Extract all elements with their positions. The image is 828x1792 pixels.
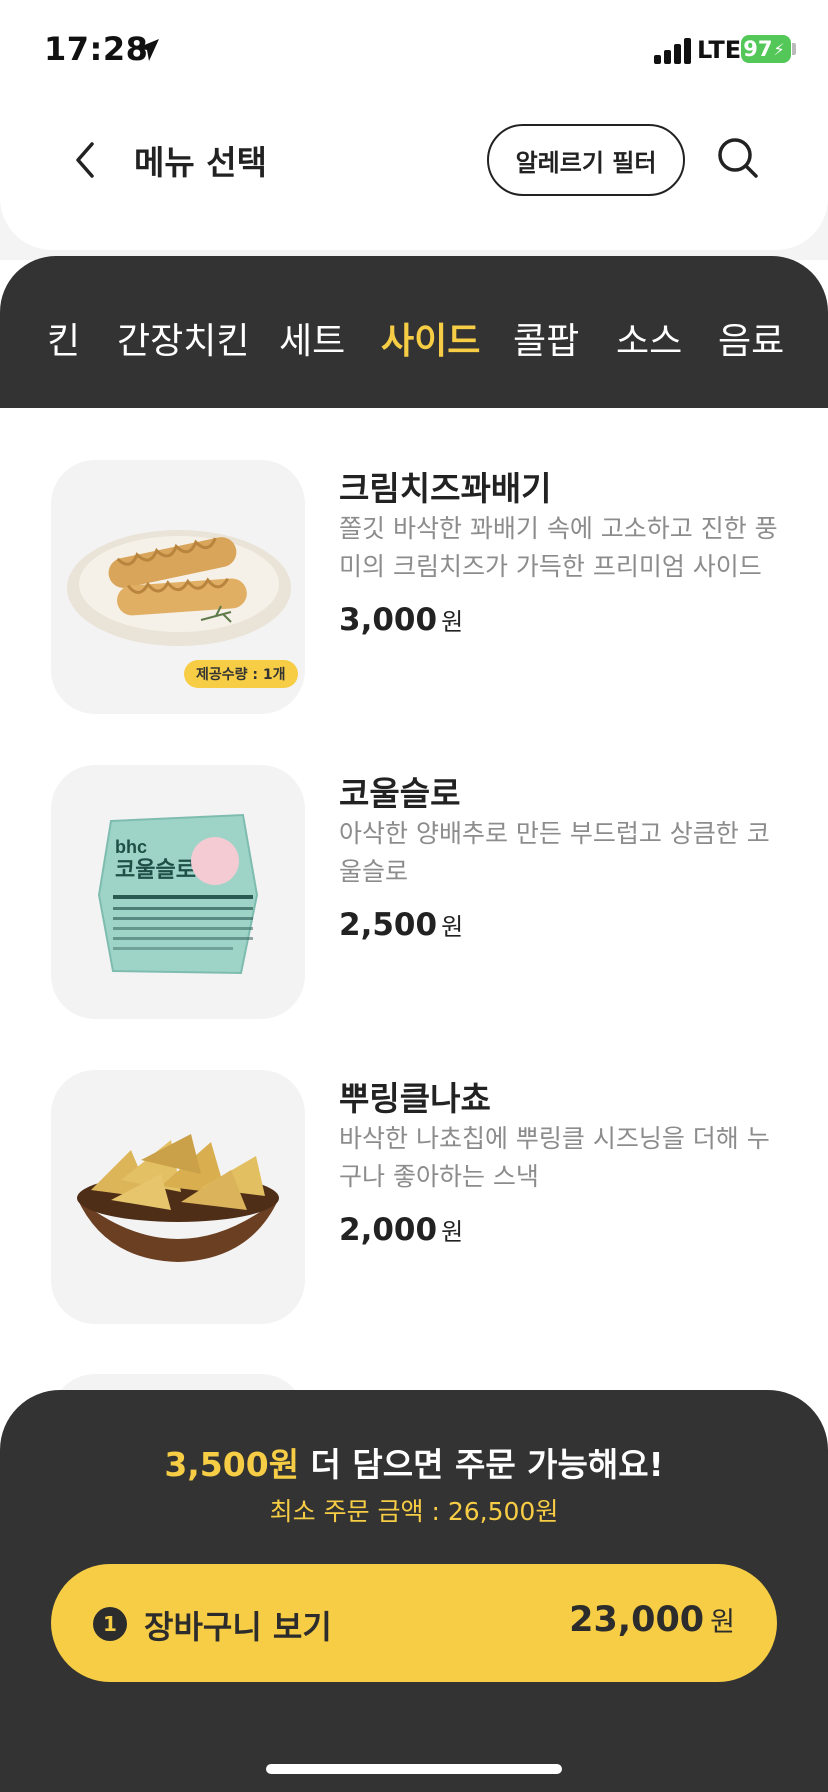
currency-label: 원 — [441, 608, 464, 636]
menu-list: 제공수량 : 1개 크림치즈꽈배기 쫄깃 바삭한 꽈배기 속에 고소하고 진한 … — [0, 408, 828, 1628]
tab-side[interactable]: 사이드 — [381, 312, 480, 364]
menu-item-description: 쫄깃 바삭한 꽈배기 속에 고소하고 진한 풍미의 크림치즈가 가득한 프리미엄… — [339, 514, 778, 581]
search-icon[interactable] — [716, 136, 760, 180]
menu-item-price: 2,000 원 — [339, 1212, 463, 1248]
status-bar: 17:28 LTE 97 ⚡ — [0, 0, 828, 100]
view-cart-button[interactable]: 1 장바구니 보기 23,000 원 — [51, 1564, 777, 1682]
price-value: 2,000 — [339, 1212, 438, 1248]
battery-icon: 97 ⚡ — [741, 35, 791, 63]
header: 17:28 LTE 97 ⚡ 메뉴 선택 알레르기 필터 — [0, 0, 828, 250]
menu-item-description: 아삭한 양배추로 만든 부드럽고 상큼한 코울슬로 — [339, 819, 770, 886]
package-title: 코울슬로 — [115, 857, 196, 882]
cart-count-badge: 1 — [93, 1607, 127, 1641]
cellular-signal-icon — [654, 38, 691, 64]
category-tabs: 킨 간장치킨 세트 사이드 콜팝 소스 음료 — [0, 256, 828, 408]
status-time: 17:28 — [44, 30, 149, 68]
min-order-notice: 3,500원 더 담으면 주문 가능해요! — [0, 1438, 828, 1486]
page-title: 메뉴 선택 — [134, 143, 267, 182]
currency-label: 원 — [441, 913, 464, 941]
tab-drink[interactable]: 음료 — [718, 312, 784, 364]
menu-item-name: 크림치즈꽈배기 — [339, 469, 552, 508]
menu-item-image: 제공수량 : 1개 — [51, 460, 305, 714]
currency-label: 원 — [441, 1218, 464, 1246]
network-type: LTE — [697, 36, 742, 64]
menu-item-price: 2,500 원 — [339, 907, 463, 943]
menu-item[interactable]: 뿌링클나쵸 바삭한 나쵸칩에 뿌링클 시즈닝을 더해 누구나 좋아하는 스낵 2… — [0, 1018, 828, 1324]
cart-total: 23,000 원 — [569, 1600, 735, 1640]
menu-item-image — [51, 1070, 305, 1324]
allergy-filter-button[interactable]: 알레르기 필터 — [487, 124, 685, 196]
cart-total-value: 23,000 — [569, 1600, 705, 1640]
back-arrow-icon[interactable] — [70, 138, 100, 182]
charging-bolt-icon: ⚡ — [773, 39, 785, 59]
cart-summary-sheet: 3,500원 더 담으면 주문 가능해요! 최소 주문 금액 : 26,500원… — [0, 1390, 828, 1792]
cart-button-label: 장바구니 보기 — [144, 1608, 332, 1646]
coleslaw-package-image: bhc 코울슬로 — [97, 813, 259, 975]
tab-chicken-partial[interactable]: 킨 — [47, 312, 80, 364]
battery-level: 97 — [743, 37, 773, 61]
menu-item-price: 3,000 원 — [339, 602, 463, 638]
tab-set[interactable]: 세트 — [279, 312, 345, 364]
nacho-bowl-image — [77, 1134, 279, 1262]
shortfall-text: 더 담으면 주문 가능해요! — [299, 1445, 664, 1484]
menu-item-description: 바삭한 나쵸칩에 뿌링클 시즈닝을 더해 누구나 좋아하는 스낵 — [339, 1124, 770, 1191]
price-value: 2,500 — [339, 907, 438, 943]
quantity-badge: 제공수량 : 1개 — [184, 660, 298, 688]
tab-sauce[interactable]: 소스 — [616, 312, 682, 364]
cart-currency: 원 — [710, 1607, 735, 1638]
battery-tip — [792, 43, 796, 55]
package-brand: bhc — [115, 837, 147, 857]
menu-item-image: bhc 코울슬로 — [51, 765, 305, 1019]
menu-item[interactable]: bhc 코울슬로 코울슬로 아삭한 양배추로 만든 부드럽고 상큼한 코울슬로 … — [0, 713, 828, 1019]
tab-soy-chicken[interactable]: 간장치킨 — [117, 312, 249, 364]
home-indicator[interactable] — [266, 1764, 562, 1774]
menu-item-name: 뿌링클나쵸 — [339, 1079, 491, 1118]
min-order-amount: 최소 주문 금액 : 26,500원 — [269, 1497, 559, 1526]
menu-item-name: 코울슬로 — [339, 774, 461, 813]
menu-item[interactable]: 제공수량 : 1개 크림치즈꽈배기 쫄깃 바삭한 꽈배기 속에 고소하고 진한 … — [0, 408, 828, 714]
tab-colpop[interactable]: 콜팝 — [513, 312, 579, 364]
price-value: 3,000 — [339, 602, 438, 638]
shortfall-amount: 3,500원 — [164, 1445, 300, 1484]
location-arrow-icon — [137, 39, 159, 61]
